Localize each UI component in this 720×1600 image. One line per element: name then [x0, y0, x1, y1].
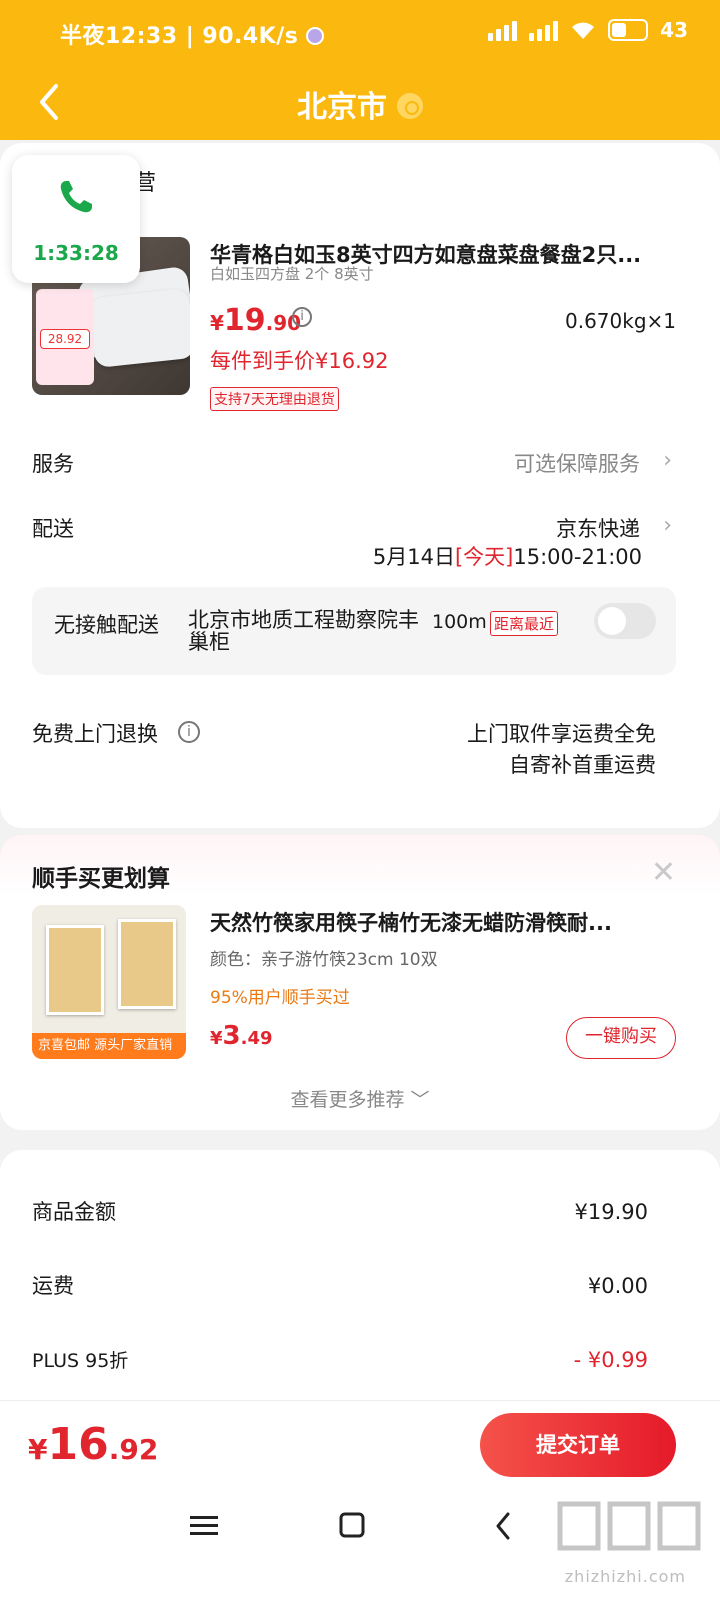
menu-icon[interactable] [184, 1510, 224, 1542]
notification-dot-icon [306, 27, 325, 45]
city-name: 北京市 [297, 90, 387, 125]
image-price: 28.92 [40, 329, 90, 349]
location-pin-icon [397, 93, 423, 119]
network-speed: 90.4K/s [202, 24, 299, 49]
free-return-line1: 上门取件享运费全免 [467, 722, 656, 746]
today-tag: [今天] [454, 545, 514, 569]
amount-label-shipping: 运费 [32, 1274, 74, 1298]
price-info-icon[interactable]: i [292, 307, 312, 327]
call-duration: 1:33:28 [33, 241, 119, 265]
nearest-tag: 距离最近 [490, 611, 559, 636]
image-price-badge: 28.92 [36, 289, 94, 385]
recommend-item-name[interactable]: 天然竹筷家用筷子楠竹无漆无蜡防滑筷耐... [210, 907, 670, 937]
battery-icon [608, 19, 649, 41]
signal-1-icon [488, 19, 518, 41]
service-value[interactable]: 可选保障服务 [514, 448, 640, 478]
one-click-buy-button[interactable]: 一键购买 [566, 1017, 676, 1059]
signal-2-icon [529, 19, 559, 41]
recommend-item-price: ¥3.49 [210, 1021, 273, 1051]
delivery-time: 5月14日[今天]15:00-21:00 [372, 545, 642, 569]
wifi-icon [572, 22, 595, 39]
recommend-item-spec: 颜色：亲子游竹筷23cm 10双 [210, 950, 438, 970]
product-price: ¥19.90 [210, 303, 302, 338]
service-label: 服务 [32, 452, 74, 476]
more-recommendations-link[interactable]: 查看更多推荐 ﹀ [0, 1085, 720, 1112]
close-icon[interactable]: ✕ [651, 855, 676, 890]
contactless-label: 无接触配送 [54, 613, 159, 637]
watermark-logo-icon [557, 1501, 701, 1551]
recommend-image[interactable]: 京喜包邮 源头厂家直销 [32, 905, 186, 1059]
product-weight-qty: 0.670kg×1 [564, 309, 676, 333]
status-left: 半夜12:33 | 90.4K/s [60, 18, 325, 50]
home-icon[interactable] [332, 1510, 372, 1542]
status-time: 半夜12:33 [60, 24, 178, 49]
free-return-info-icon[interactable]: i [178, 721, 200, 743]
battery-level: 43 [660, 18, 688, 42]
status-right: 43 [488, 18, 688, 42]
order-card: 营 1:33:28 28.92 华青格白如玉8英寸四方如意盘菜盘餐盘2只... … [0, 143, 720, 828]
amount-value-plus: - ¥0.99 [573, 1348, 648, 1372]
submit-order-button[interactable]: 提交订单 [480, 1413, 676, 1477]
delivery-carrier[interactable]: 京东快递 [556, 513, 640, 543]
free-return-label: 免费上门退换 [32, 722, 158, 746]
amount-value-shipping: ¥0.00 [587, 1274, 648, 1298]
page-title[interactable]: 北京市 [0, 82, 720, 126]
recommend-title: 顺手买更划算 [32, 866, 170, 892]
recommend-buyers-rate: 95%用户顺手买过 [210, 988, 350, 1008]
locker-address: 北京市地质工程勘察院丰巢柜 [188, 608, 419, 654]
amount-label-goods: 商品金额 [32, 1200, 116, 1224]
watermark: zhizhizhi.com [554, 1496, 704, 1586]
locker-distance: 100m [432, 611, 487, 633]
amount-label-plus: PLUS 95折 [32, 1350, 129, 1372]
delivery-chevron-icon[interactable]: › [663, 513, 672, 538]
amount-value-goods: ¥19.90 [574, 1200, 648, 1224]
unit-price: 每件到手价¥16.92 [210, 349, 389, 373]
recommend-image-footer: 京喜包邮 源头厂家直销 [32, 1033, 186, 1059]
delivery-label: 配送 [32, 517, 74, 541]
contactless-toggle[interactable] [594, 603, 656, 639]
call-floating-widget[interactable]: 1:33:28 [12, 155, 140, 283]
product-spec: 白如玉四方盘 2个 8英寸 [210, 265, 374, 283]
recommend-card: 顺手买更划算 ✕ 京喜包邮 源头厂家直销 天然竹筷家用筷子楠竹无漆无蜡防滑筷耐.… [0, 835, 720, 1130]
order-total: ¥16.92 [28, 1419, 159, 1470]
back-nav-icon[interactable] [484, 1510, 524, 1542]
service-chevron-icon[interactable]: › [663, 448, 672, 473]
contactless-delivery-box: 无接触配送 北京市地质工程勘察院丰巢柜 100m 距离最近 [32, 587, 676, 675]
return-policy-badge: 支持7天无理由退货 [210, 387, 339, 411]
watermark-text: zhizhizhi.com [564, 1567, 686, 1586]
free-return-line2: 自寄补首重运费 [509, 753, 656, 777]
phone-icon [60, 181, 92, 213]
nav-bar: 北京市 [0, 64, 720, 140]
status-bar: 半夜12:33 | 90.4K/s 43 [0, 0, 720, 64]
